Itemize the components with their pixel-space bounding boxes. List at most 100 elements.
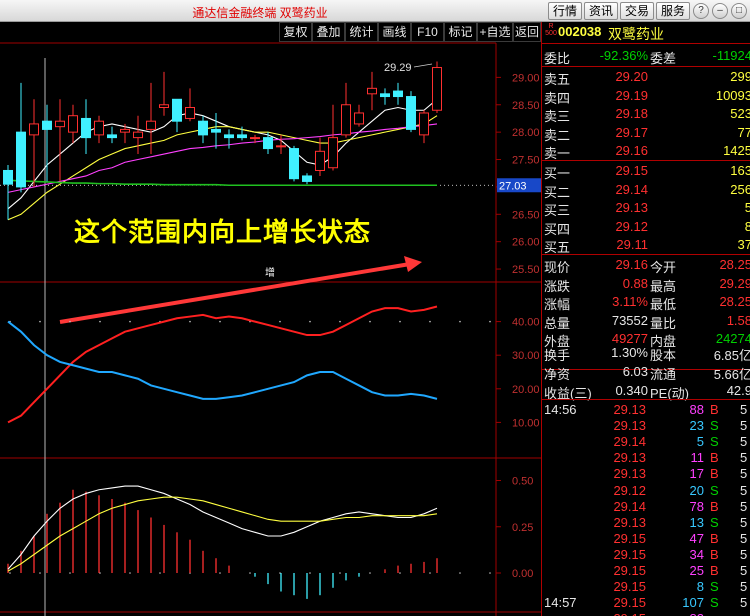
osc-ref-dot — [99, 320, 101, 323]
overlay-button[interactable]: 叠加 — [312, 22, 345, 42]
stat-label: 总量 — [544, 315, 571, 331]
candle — [16, 82, 26, 193]
adjust-button[interactable]: 复权 — [279, 22, 312, 42]
stat-value: 49277 — [611, 331, 648, 346]
candle — [3, 165, 13, 220]
tick-volume: 20 — [689, 482, 704, 498]
tick-volume: 17 — [689, 466, 704, 482]
annotation-headline: 这个范围内向上增长状态 — [74, 217, 372, 247]
macd-tick-label: 0.25 — [512, 522, 533, 534]
stats-button[interactable]: 统计 — [345, 22, 378, 42]
tick-price: 29.15 — [613, 546, 646, 562]
candle-body — [237, 134, 247, 139]
mark-button[interactable]: 标记 — [444, 22, 477, 42]
stat-label: 最高 — [650, 278, 677, 294]
osc-ref-dot — [69, 320, 71, 323]
tick-volume: 8 — [696, 579, 704, 595]
minimize-icon[interactable]: – — [712, 3, 728, 19]
candle-body — [432, 67, 442, 111]
stat-label: 换手 — [544, 348, 571, 363]
tick-count: 5 — [740, 546, 748, 562]
candle-body — [419, 112, 429, 136]
news-button[interactable]: 资讯 — [584, 2, 618, 20]
candle — [406, 91, 416, 133]
weibi-label: 委比 — [544, 51, 571, 66]
candle — [354, 104, 364, 127]
macd-zero-dot — [129, 572, 131, 574]
bid-price: 29.13 — [615, 200, 648, 216]
candle-body — [380, 93, 390, 98]
tick-time: 14:57 — [544, 595, 577, 611]
add-watchlist-button[interactable]: +自选 — [477, 22, 513, 42]
f10-button[interactable]: F10 — [411, 22, 444, 42]
stat-value: 0.88 — [622, 275, 648, 291]
ask-price: 29.16 — [615, 143, 648, 159]
stat-value: 28.25 — [719, 294, 750, 309]
tick-side: S — [710, 579, 719, 595]
tick-side: B — [710, 563, 719, 578]
tick-count: 5 — [740, 514, 748, 530]
macd-zero-dot — [429, 572, 431, 574]
bid-volume: 8 — [744, 218, 750, 234]
osc-ref-dot — [489, 320, 491, 323]
help-icon[interactable]: ? — [693, 3, 709, 19]
tick-count: 5 — [740, 595, 748, 611]
tick-side: B — [710, 402, 719, 417]
candle — [224, 129, 234, 149]
tick-count: 5 — [740, 466, 748, 482]
tick-count: 5 — [740, 530, 748, 546]
tick-volume: 25 — [689, 563, 704, 578]
bid-price: 29.11 — [616, 237, 648, 253]
high-price-label: 29.29 — [384, 62, 412, 74]
tick-price: 29.15 — [613, 563, 646, 578]
candle-body — [81, 117, 91, 139]
macd-zero-dot — [249, 572, 251, 574]
osc-ref-dot — [399, 320, 401, 323]
kline-chart[interactable]: 29.0028.5028.0027.5027.0026.5026.0025.50… — [0, 0, 541, 616]
macd-zero-dot — [489, 572, 491, 574]
tick-count: 5 — [740, 434, 748, 450]
trade-button[interactable]: 交易 — [620, 2, 654, 20]
candle — [29, 99, 39, 187]
candle — [393, 82, 403, 105]
draw-line-button[interactable]: 画线 — [378, 22, 411, 42]
ask-price: 29.18 — [615, 106, 648, 122]
candle — [263, 132, 273, 155]
candle-body — [16, 131, 26, 188]
high-price-pointer — [413, 63, 433, 68]
stat-value: 42.9 — [726, 383, 750, 398]
tick-side: B — [710, 498, 719, 514]
trend-arrow-label: 增 — [265, 266, 275, 279]
osc-ref-dot — [459, 320, 461, 323]
price-tick-label: 26.50 — [512, 209, 540, 221]
market-button[interactable]: 行情 — [548, 2, 582, 20]
candle — [380, 88, 390, 105]
stock-name: 双鹭药业 — [608, 26, 664, 42]
tick-volume: 23 — [689, 418, 704, 434]
maximize-icon[interactable]: □ — [731, 3, 747, 19]
stat-label: 涨跌 — [544, 278, 571, 294]
candle — [159, 71, 169, 116]
stat-label: 量比 — [650, 315, 677, 331]
service-button[interactable]: 服务 — [656, 2, 690, 20]
stat-label: 最低 — [650, 297, 677, 312]
candle-body — [367, 87, 377, 95]
tick-price: 29.12 — [613, 482, 646, 498]
ask-price: 29.20 — [615, 69, 648, 84]
ask-label: 卖五 — [544, 72, 571, 87]
candle-body — [185, 107, 195, 119]
ask-volume: 523 — [730, 106, 750, 122]
candle — [328, 104, 338, 171]
ask-volume: 1425 — [723, 143, 750, 159]
bid-price: 29.14 — [615, 181, 648, 197]
candle-body — [224, 134, 234, 139]
candle-body — [302, 175, 312, 182]
stat-value: 1.58 — [726, 312, 750, 328]
tick-price: 29.15 — [592, 611, 646, 616]
bid-label: 买四 — [544, 221, 571, 237]
tick-volume: 13 — [689, 514, 704, 530]
back-button[interactable]: 返回 — [513, 22, 541, 42]
osc-ref-dot — [39, 320, 41, 323]
osc-ref-dot — [309, 320, 311, 323]
tick-side: S — [710, 434, 719, 450]
